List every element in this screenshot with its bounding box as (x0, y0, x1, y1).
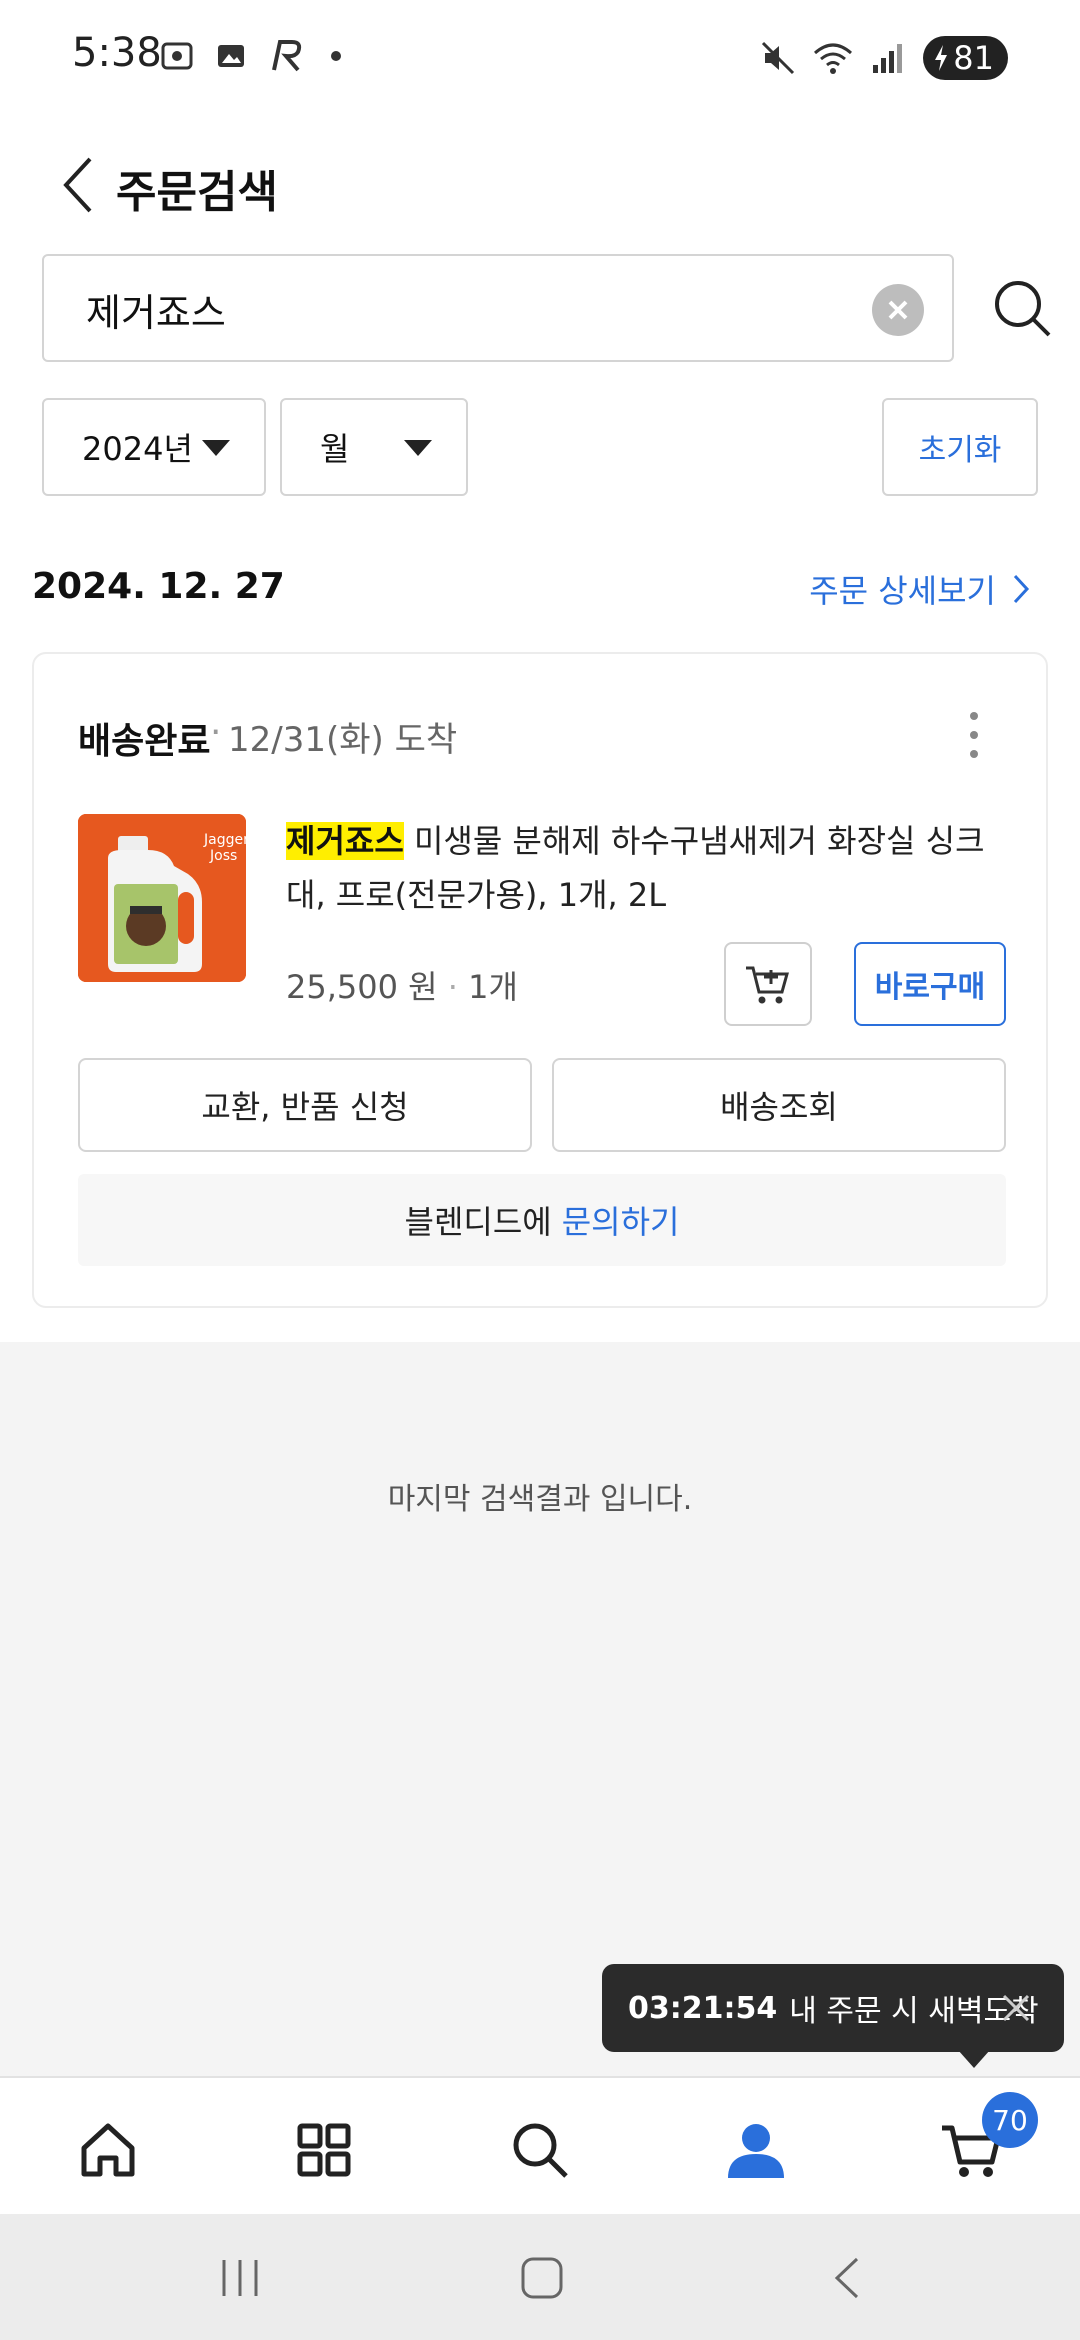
more-dot (970, 731, 978, 739)
bottom-navigation: 70 (0, 2076, 1080, 2214)
status-notification-icons (160, 38, 342, 74)
year-select-value: 2024년 (82, 430, 193, 468)
add-to-cart-button[interactable] (724, 942, 812, 1026)
dawn-delivery-toast: 03:21:54 내 주문 시 새벽도착 (602, 1964, 1064, 2052)
delivery-tracking-button[interactable]: 배송조회 (552, 1058, 1006, 1152)
status-separator: · (210, 712, 222, 753)
back-chevron-icon (834, 2257, 859, 2299)
search-icon (995, 281, 1051, 337)
inquiry-link[interactable]: 문의하기 (562, 1197, 680, 1243)
nav-my-page[interactable] (720, 2114, 792, 2186)
last-result-message: 마지막 검색결과 입니다. (387, 1482, 693, 1517)
search-icon (513, 2123, 568, 2178)
product-image: Jagger Joss (78, 814, 246, 982)
charging-icon (935, 45, 948, 71)
back-arrow-icon (63, 157, 92, 213)
search-highlight: 제거죠스 (286, 822, 404, 860)
home-square-icon (521, 2257, 563, 2299)
system-navigation-bar (0, 2214, 1080, 2340)
reset-button[interactable]: 초기화 (882, 398, 1038, 496)
svg-text:Jagger: Jagger (203, 832, 246, 848)
month-select-value: 월 (320, 430, 350, 468)
screenshot-icon (161, 42, 193, 70)
product-price: 25,500 원 (286, 968, 438, 1006)
cart-count-badge: 70 (982, 2092, 1038, 2148)
user-icon (728, 2124, 784, 2178)
recent-apps-button[interactable] (210, 2252, 270, 2304)
svg-text:Joss: Joss (209, 848, 237, 864)
arrival-date: 12/31(화) 도착 (228, 720, 458, 760)
signal-icon (873, 44, 903, 73)
home-icon (81, 2123, 135, 2177)
app-header: 주문검색 (0, 120, 1080, 250)
toast-close-icon[interactable] (998, 1990, 1034, 2026)
order-detail-link[interactable]: 주문 상세보기 (809, 566, 1030, 612)
month-select[interactable]: 월 (280, 398, 468, 496)
back-button[interactable] (40, 120, 120, 250)
price-separator: · (447, 968, 458, 1006)
search-button[interactable] (984, 270, 1060, 346)
recent-apps-icon (222, 2260, 258, 2296)
search-query-text: 제거죠스 (86, 291, 226, 335)
close-icon (888, 300, 908, 320)
product-name[interactable]: 제거죠스 미생물 분해제 하수구냄새제거 화장실 싱크대, 프로(전문가용), … (286, 814, 1006, 922)
search-input[interactable]: 제거죠스 (42, 254, 954, 362)
nav-home[interactable] (72, 2114, 144, 2186)
mute-icon (762, 41, 795, 75)
cart-plus-icon (746, 966, 789, 1004)
home-system-button[interactable] (512, 2252, 572, 2304)
nav-category[interactable] (288, 2114, 360, 2186)
delivery-status: 배송완료 (78, 721, 211, 762)
exchange-return-button[interactable]: 교환, 반품 신청 (78, 1058, 532, 1152)
battery-level: 81 (953, 39, 994, 77)
nav-search[interactable] (504, 2114, 576, 2186)
status-system-icons: 81 (761, 36, 1008, 80)
order-date: 2024. 12. 27 (32, 566, 285, 607)
more-dot (970, 712, 978, 720)
more-dot (970, 750, 978, 758)
page-title: 주문검색 (116, 167, 278, 218)
order-card: 배송완료 · 12/31(화) 도착 Jagger Joss 제거죠스 미생물 … (32, 652, 1048, 1308)
more-options-button[interactable] (964, 712, 984, 758)
chevron-right-icon (1013, 574, 1030, 604)
grid-icon (297, 2123, 351, 2177)
product-thumbnail[interactable]: Jagger Joss (78, 814, 246, 982)
status-time: 5:38 (72, 30, 162, 76)
dot-icon (331, 51, 341, 61)
inquiry-seller-text: 블렌디드에 (404, 1203, 552, 1241)
back-system-button[interactable] (816, 2252, 876, 2304)
chevron-down-icon (202, 440, 230, 456)
chevron-down-icon (404, 440, 432, 456)
seller-inquiry-bar[interactable]: 블렌디드에 문의하기 (78, 1174, 1006, 1266)
countdown-timer: 03:21:54 (628, 1990, 778, 2026)
app-r-icon (272, 40, 302, 72)
battery-indicator: 81 (923, 36, 1008, 80)
product-quantity: 1개 (468, 968, 518, 1006)
year-select[interactable]: 2024년 (42, 398, 266, 496)
clear-search-button[interactable] (872, 284, 924, 336)
status-bar: 5:38 81 (0, 0, 1080, 120)
product-price-line: 25,500 원 · 1개 (286, 962, 518, 1008)
gallery-icon (218, 45, 244, 67)
wifi-icon (814, 43, 853, 74)
order-detail-label: 주문 상세보기 (809, 572, 996, 610)
buy-now-button[interactable]: 바로구매 (854, 942, 1006, 1026)
toast-pointer (958, 2050, 990, 2068)
